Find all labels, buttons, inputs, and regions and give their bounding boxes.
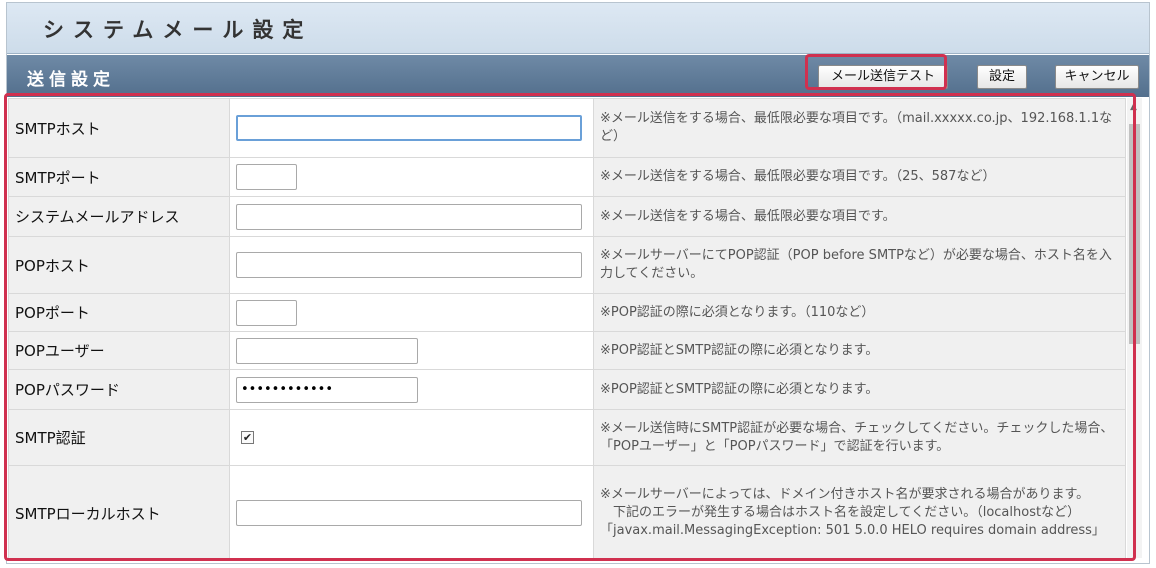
smtp-local-host-note-line-1: ※メールサーバーによっては、ドメイン付きホスト名が要求される場合があります。 <box>600 487 1090 502</box>
table-row: SMTPローカルホスト ※メールサーバーによっては、ドメイン付きホスト名が要求さ… <box>8 465 1126 558</box>
page-title: システムメール設定 <box>43 18 313 42</box>
table-row: POPポート ※POP認証の際に必須となります。（110など） <box>8 293 1126 332</box>
smtp-host-input[interactable] <box>236 115 582 141</box>
table-row: SMTPポート ※メール送信をする場合、最低限必要な項目です。（25、587など… <box>8 157 1126 197</box>
table-row: POPユーザー ※POP認証とSMTP認証の際に必須となります。 <box>8 331 1126 370</box>
title-bar: システムメール設定 <box>7 3 1149 54</box>
pop-port-input[interactable] <box>236 299 297 326</box>
pop-host-note: ※メールサーバーにてPOP認証（POP before SMTPなど）が必要な場合… <box>593 236 1126 294</box>
smtp-auth-checkbox[interactable]: ✔ <box>241 431 254 444</box>
settings-table: SMTPホスト ※メール送信をする場合、最低限必要な項目です。（mail.xxx… <box>8 98 1126 558</box>
smtp-auth-note: ※メール送信時にSMTP認証が必要な場合、チェックしてください。チェックした場合… <box>593 409 1126 466</box>
pop-user-note: ※POP認証とSMTP認証の際に必須となります。 <box>593 331 1126 370</box>
table-row: POPパスワード ※POP認証とSMTP認証の際に必須となります。 <box>8 369 1126 410</box>
system-mail-address-input[interactable] <box>236 203 582 230</box>
pop-password-note: ※POP認証とSMTP認証の際に必須となります。 <box>593 369 1126 410</box>
pop-host-input[interactable] <box>236 252 582 278</box>
pop-password-input[interactable] <box>236 376 418 403</box>
pop-user-label: POPユーザー <box>8 331 230 370</box>
pop-port-label: POPポート <box>8 293 230 332</box>
pop-host-label: POPホスト <box>8 236 230 294</box>
smtp-local-host-label: SMTPローカルホスト <box>8 465 230 558</box>
smtp-port-note: ※メール送信をする場合、最低限必要な項目です。（25、587など） <box>593 157 1126 197</box>
pop-user-input[interactable] <box>236 337 418 364</box>
smtp-auth-label: SMTP認証 <box>8 409 230 466</box>
table-row: SMTPホスト ※メール送信をする場合、最低限必要な項目です。（mail.xxx… <box>8 98 1126 158</box>
system-mail-address-label: システムメールアドレス <box>8 196 230 237</box>
vertical-scrollbar[interactable]: ▲ <box>1127 98 1142 558</box>
section-header: 送信設定 メール送信テスト 設定 キャンセル <box>7 55 1149 97</box>
cancel-button[interactable]: キャンセル <box>1055 65 1139 89</box>
smtp-local-host-input[interactable] <box>236 500 582 526</box>
section-title: 送信設定 <box>27 70 115 90</box>
smtp-port-label: SMTPポート <box>8 157 230 197</box>
pop-password-label: POPパスワード <box>8 369 230 410</box>
mail-send-test-button[interactable]: メール送信テスト <box>818 65 948 89</box>
smtp-port-input[interactable] <box>236 164 297 190</box>
table-row: POPホスト ※メールサーバーにてPOP認証（POP before SMTPなど… <box>8 236 1126 294</box>
system-mail-address-note: ※メール送信をする場合、最低限必要な項目です。 <box>593 196 1126 237</box>
smtp-local-host-note-line-2: 下記のエラーが発生する場合はホスト名を設定してください。（localhostなど… <box>600 505 1081 520</box>
smtp-host-note: ※メール送信をする場合、最低限必要な項目です。（mail.xxxxx.co.jp… <box>593 98 1126 158</box>
save-settings-button[interactable]: 設定 <box>977 65 1027 89</box>
scroll-thumb[interactable] <box>1129 124 1140 344</box>
smtp-local-host-note: ※メールサーバーによっては、ドメイン付きホスト名が要求される場合があります。 下… <box>593 465 1126 558</box>
smtp-local-host-note-line-3: 「javax.mail.MessagingException: 501 5.0.… <box>600 523 1105 538</box>
smtp-host-label: SMTPホスト <box>8 98 230 158</box>
table-row: システムメールアドレス ※メール送信をする場合、最低限必要な項目です。 <box>8 196 1126 237</box>
pop-port-note: ※POP認証の際に必須となります。（110など） <box>593 293 1126 332</box>
settings-form: SMTPホスト ※メール送信をする場合、最低限必要な項目です。（mail.xxx… <box>8 98 1126 558</box>
table-row: SMTP認証 ✔ ※メール送信時にSMTP認証が必要な場合、チェックしてください… <box>8 409 1126 466</box>
scroll-up-arrow-icon[interactable]: ▲ <box>1130 102 1137 112</box>
